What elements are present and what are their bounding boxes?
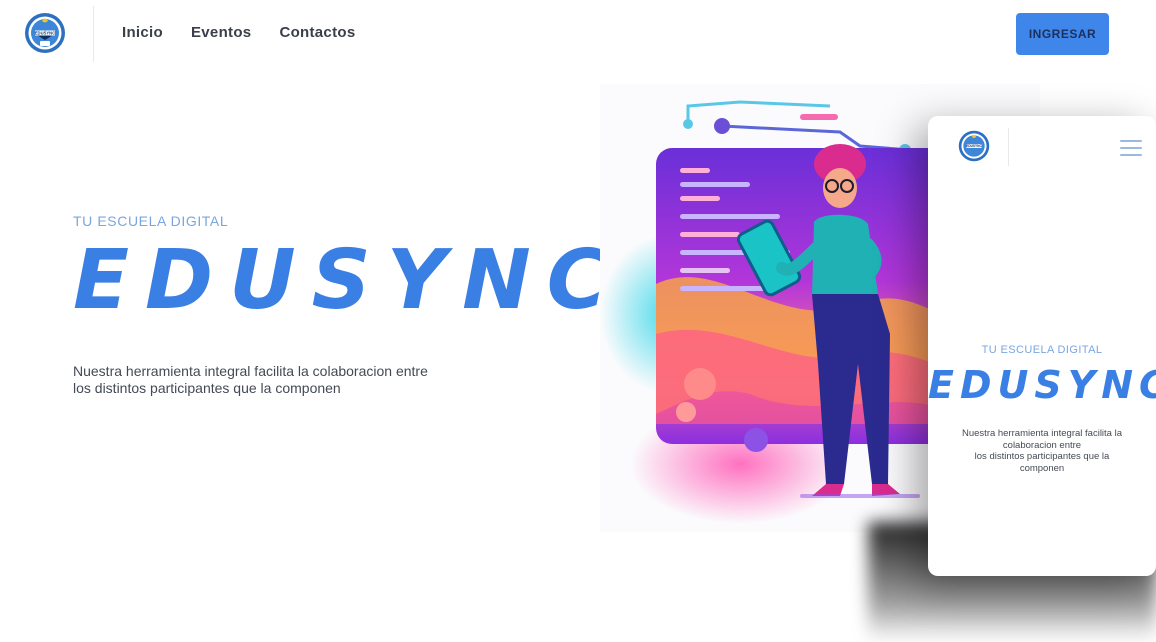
nav-link-inicio[interactable]: Inicio <box>122 24 163 41</box>
login-button[interactable]: INGRESAR <box>1016 13 1109 55</box>
mobile-description-line: los distintos participantes que la <box>974 451 1110 462</box>
nav-link-eventos[interactable]: Eventos <box>191 24 251 41</box>
nav-link-contactos[interactable]: Contactos <box>279 24 355 41</box>
mobile-description-line: Nuestra herramienta integral facilita la <box>962 428 1122 439</box>
edusync-logo-small[interactable]: EDUSYNC <box>958 130 990 162</box>
edusync-logo[interactable]: EDUSYNC <box>24 12 66 54</box>
hero-description-line: los distintos participantes que la compo… <box>73 380 341 396</box>
mobile-hero-kicker: TU ESCUELA DIGITAL <box>981 344 1103 356</box>
site-header: EDUSYNC Inicio Eventos Contactos INGRESA… <box>0 0 1156 68</box>
hero-kicker: TU ESCUELA DIGITAL <box>73 213 229 229</box>
hamburger-menu-icon[interactable] <box>1120 140 1142 156</box>
hero-description-line: Nuestra herramienta integral facilita la… <box>73 363 428 379</box>
logo-lettering: EDUSYNC <box>35 31 55 36</box>
main-nav: Inicio Eventos Contactos <box>122 24 355 41</box>
mobile-hero-title: EDUSYNC <box>928 363 1156 407</box>
mobile-header-divider <box>1008 128 1009 166</box>
logo-lettering: EDUSYNC <box>966 144 982 148</box>
mobile-preview: EDUSYNC TU ESCUELA DIGITAL EDUSYNC Nuest… <box>928 116 1156 576</box>
mobile-description-line: colaboracion entre <box>1002 439 1082 451</box>
hero-description: Nuestra herramienta integral facilita la… <box>73 363 453 397</box>
header-divider <box>93 6 94 62</box>
mobile-hero-description: Nuestra herramienta integral facilita la… <box>946 428 1138 474</box>
mobile-description-line: componen <box>1019 462 1065 474</box>
hero-title: EDUSYNC <box>73 233 623 328</box>
